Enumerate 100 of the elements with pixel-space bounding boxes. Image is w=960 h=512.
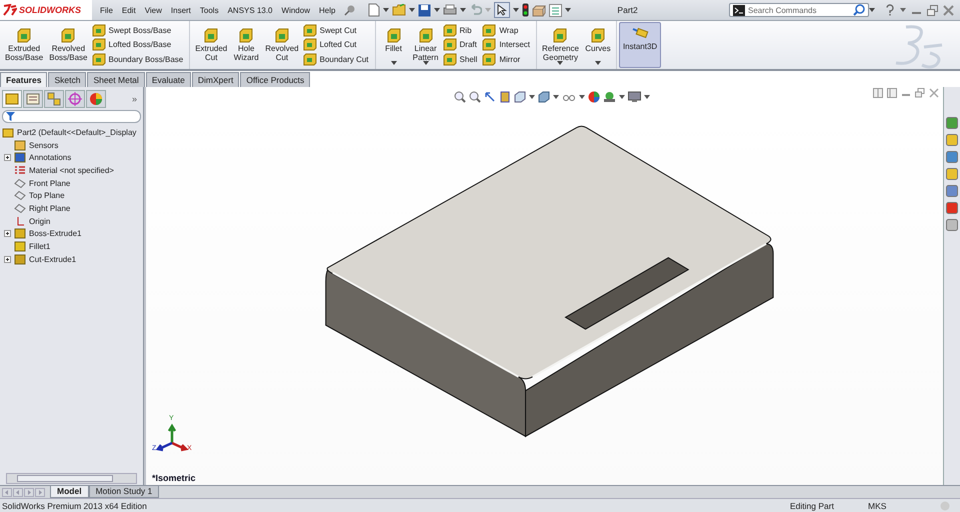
ribbon-button[interactable]: Curves: [582, 23, 613, 67]
tree-item[interactable]: Fillet1: [29, 242, 50, 252]
split-view-icon[interactable]: [873, 88, 883, 98]
ribbon-button[interactable]: Extruded Boss/Base: [3, 23, 46, 67]
tree-item[interactable]: Front Plane: [29, 178, 70, 188]
crosshair-icon[interactable]: [65, 90, 85, 108]
tab[interactable]: Sheet Metal: [87, 72, 145, 87]
magnifier-icon[interactable]: [454, 91, 466, 103]
task-pane-icon[interactable]: [946, 117, 958, 129]
caret-icon[interactable]: [557, 61, 564, 65]
caret-icon[interactable]: [553, 95, 559, 99]
tree-item[interactable]: Part2 (Default<<Default>_Display: [0, 126, 143, 139]
ribbon-button[interactable]: Reference Geometry: [540, 23, 581, 67]
tree-item[interactable]: Cut-Extrude1: [29, 254, 76, 264]
cube-icon[interactable]: [538, 91, 550, 103]
close-icon[interactable]: [929, 88, 939, 98]
expand-icon[interactable]: [4, 256, 11, 263]
restore-icon[interactable]: [915, 88, 925, 98]
task-pane-icon[interactable]: [946, 219, 958, 231]
task-pane-icon[interactable]: [946, 185, 958, 197]
parts-tree-icon[interactable]: [2, 90, 22, 108]
ribbon-button[interactable]: Revolved Cut: [263, 23, 301, 67]
ribbon-button[interactable]: Swept Boss/Base: [92, 24, 186, 37]
document-icon[interactable]: [368, 3, 380, 17]
caret-icon[interactable]: [594, 61, 601, 65]
ribbon-button[interactable]: Mirror: [482, 53, 534, 66]
tab[interactable]: Evaluate: [146, 72, 191, 87]
caret-icon[interactable]: [409, 8, 416, 12]
cube-icon[interactable]: [514, 91, 526, 103]
ribbon-button[interactable]: Fillet: [378, 23, 409, 67]
units-button[interactable]: MKS: [868, 500, 940, 510]
menu-item[interactable]: Help: [318, 6, 336, 14]
task-pane-icon[interactable]: [946, 202, 958, 214]
more-tabs-button[interactable]: »: [132, 94, 141, 104]
menu-item[interactable]: File: [100, 6, 113, 14]
caret-icon[interactable]: [869, 8, 875, 12]
search-bar[interactable]: Search Commands: [729, 3, 869, 17]
close-icon[interactable]: [943, 4, 954, 16]
tree-item[interactable]: Top Plane: [29, 191, 65, 200]
caret-icon[interactable]: [900, 8, 906, 12]
tree-item[interactable]: Boss-Extrude1: [29, 229, 82, 238]
caret-icon[interactable]: [460, 8, 466, 12]
tab[interactable]: Model: [50, 486, 89, 498]
list-icon[interactable]: [549, 4, 562, 16]
tab[interactable]: Motion Study 1: [88, 486, 160, 498]
magnifier-icon[interactable]: [469, 91, 481, 103]
ribbon-button[interactable]: Lofted Cut: [302, 38, 372, 52]
ribbon-button[interactable]: Intersect: [482, 38, 534, 52]
ribbon-button[interactable]: Extruded Cut: [193, 23, 230, 67]
color-wheel-icon[interactable]: [86, 90, 106, 108]
ribbon-button[interactable]: Swept Cut: [302, 24, 372, 37]
tree-item[interactable]: Annotations: [29, 153, 72, 162]
select-button[interactable]: [494, 2, 510, 18]
search-input[interactable]: Search Commands: [748, 6, 850, 14]
caret-icon[interactable]: [565, 8, 572, 12]
caret-icon[interactable]: [422, 61, 429, 65]
caret-icon[interactable]: [390, 61, 397, 65]
property-sheet-icon[interactable]: [23, 90, 43, 108]
caret-icon[interactable]: [644, 95, 650, 99]
pointer-icon[interactable]: [484, 91, 496, 103]
ribbon-button[interactable]: Boundary Cut: [302, 53, 372, 66]
split-view-icon[interactable]: [887, 88, 897, 98]
horizontal-scrollbar[interactable]: [6, 473, 137, 484]
menu-item[interactable]: Edit: [122, 6, 136, 14]
instant3d-button[interactable]: Instant3D: [618, 22, 662, 68]
color-wheel-icon[interactable]: [588, 91, 600, 103]
caret-icon[interactable]: [434, 8, 440, 12]
tab[interactable]: Office Products: [240, 72, 310, 87]
caret-icon[interactable]: [383, 8, 390, 12]
menu-item[interactable]: Window: [282, 6, 310, 14]
ribbon-button[interactable]: Lofted Boss/Base: [92, 38, 186, 52]
expand-icon[interactable]: [4, 154, 11, 162]
task-pane-icon[interactable]: [946, 151, 958, 163]
task-pane-icon[interactable]: [946, 134, 958, 146]
scene-icon[interactable]: [603, 91, 616, 103]
section-icon[interactable]: [499, 91, 511, 103]
ribbon-button[interactable]: Rib: [442, 24, 480, 37]
traffic-light-icon[interactable]: [522, 3, 530, 17]
configuration-icon[interactable]: [44, 90, 64, 108]
menu-item[interactable]: ANSYS 13.0: [228, 6, 273, 14]
search-icon[interactable]: [853, 4, 865, 16]
ribbon-button[interactable]: Shell: [442, 53, 480, 66]
caret-icon[interactable]: [513, 8, 520, 12]
monitor-icon[interactable]: [628, 91, 641, 103]
printer-icon[interactable]: [443, 4, 458, 16]
caret-icon[interactable]: [619, 95, 625, 99]
ribbon-button[interactable]: Linear Pattern: [410, 23, 441, 67]
ribbon-button[interactable]: Wrap: [482, 24, 534, 37]
pin-icon[interactable]: [344, 4, 356, 16]
save-icon[interactable]: [418, 4, 432, 16]
caret-icon[interactable]: [579, 95, 585, 99]
ribbon-button[interactable]: Boundary Boss/Base: [92, 53, 186, 66]
tree-item[interactable]: Right Plane: [29, 204, 70, 213]
ribbon-button[interactable]: Draft: [442, 38, 480, 52]
restore-icon[interactable]: [927, 4, 938, 16]
tab[interactable]: Sketch: [48, 72, 86, 87]
expand-icon[interactable]: [4, 230, 11, 238]
filter-field[interactable]: [2, 110, 141, 123]
menu-item[interactable]: View: [144, 6, 162, 14]
tab[interactable]: Features: [0, 72, 48, 87]
